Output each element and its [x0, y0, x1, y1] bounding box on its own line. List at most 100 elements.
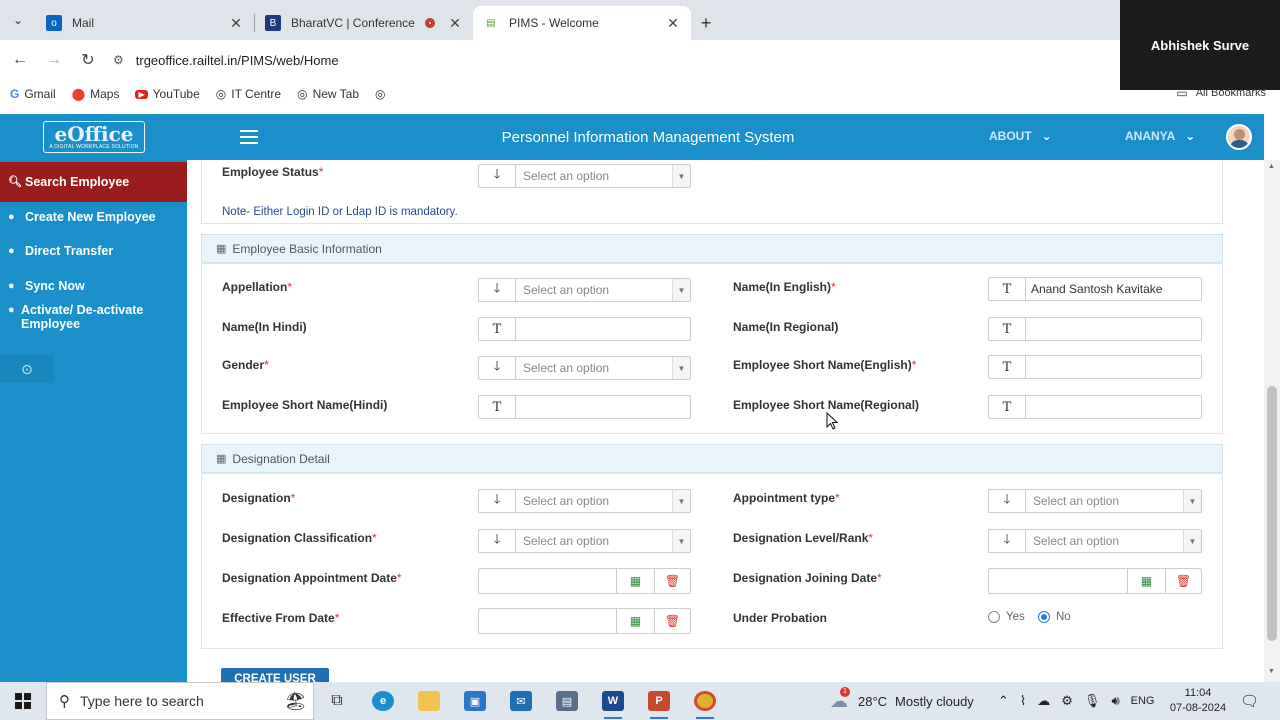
chrome-icon[interactable]	[682, 682, 728, 720]
name-english-field[interactable]: T Anand Santosh Kavitake	[988, 277, 1202, 301]
webex-icon[interactable]: W	[590, 682, 636, 720]
reload-icon[interactable]: ↻	[71, 50, 105, 70]
sidebar-item-search-employee[interactable]: 🔍︎ Search Employee	[0, 162, 187, 202]
designation-select[interactable]: 🡓 Select an option ▼	[478, 489, 691, 513]
tab-bharatvc[interactable]: B BharatVC | Conference ✕	[255, 6, 473, 40]
avatar[interactable]	[1226, 124, 1252, 150]
bookmark-it-centre[interactable]: ◎ IT Centre	[216, 87, 281, 101]
date-input[interactable]	[479, 569, 616, 593]
url-field[interactable]: ⚙ trgeoffice.railtel.in/PIMS/web/Home	[113, 53, 339, 68]
mail-icon[interactable]: ✉	[498, 682, 544, 720]
site-info-icon[interactable]: ⚙	[113, 53, 124, 67]
radio-no[interactable]	[1038, 611, 1050, 623]
chevron-down-icon: ▼	[672, 165, 690, 187]
short-name-hindi-field[interactable]: T	[478, 395, 691, 419]
radio-label: No	[1056, 611, 1071, 623]
logo-tagline: A DIGITAL WORKPLACE SOLUTION	[49, 144, 139, 150]
back-icon[interactable]: ←	[3, 51, 37, 69]
close-icon[interactable]: ✕	[228, 15, 244, 32]
probation-yes-option[interactable]: Yes	[988, 611, 1025, 623]
store-icon[interactable]: ▣	[452, 682, 498, 720]
close-icon[interactable]: ✕	[665, 15, 681, 32]
eoffice-logo[interactable]: eOffice A DIGITAL WORKPLACE SOLUTION	[0, 114, 188, 160]
sidebar-item-direct-transfer[interactable]: ● Direct Transfer	[0, 244, 187, 259]
user-icon: ●	[8, 304, 15, 316]
sidebar-item-activate-deactivate[interactable]: ● Activate/ De-activate Employee	[0, 303, 160, 331]
section-title: Employee Basic Information	[232, 241, 382, 256]
calendar-icon[interactable]: ▦	[1127, 569, 1165, 593]
arrow-down-icon: 🡓	[989, 490, 1026, 512]
language-indicator[interactable]: ENG	[1131, 695, 1155, 707]
appellation-select[interactable]: 🡓 Select an option ▼	[478, 278, 691, 302]
name-regional-field[interactable]: T	[988, 317, 1202, 341]
bookmark-label: Maps	[90, 87, 120, 101]
name-english-label: Name(In English)*	[733, 280, 836, 294]
forward-icon[interactable]: →	[37, 51, 71, 69]
calendar-icon[interactable]: ▦	[616, 609, 654, 633]
cloud-sync-icon[interactable]: ☁	[1037, 693, 1050, 709]
gender-select[interactable]: 🡓 Select an option ▼	[478, 356, 691, 380]
network-app-icon[interactable]: ▤	[544, 682, 590, 720]
new-tab-button[interactable]: +	[691, 6, 721, 40]
notification-icon[interactable]: 🗨︎	[1240, 692, 1259, 710]
date-input[interactable]	[989, 569, 1127, 593]
windows-start-icon[interactable]	[0, 682, 46, 720]
sidebar-collapse-icon[interactable]: ⊙	[0, 355, 54, 383]
scroll-up-icon[interactable]: ▲	[1268, 163, 1275, 170]
user-menu[interactable]: ANANYA ⌄	[1125, 129, 1195, 143]
bookmark-extra[interactable]: ◎	[375, 87, 390, 101]
network-icon[interactable]: ⌇	[1020, 693, 1026, 709]
short-name-regional-field[interactable]: T	[988, 395, 1202, 419]
scroll-down-icon[interactable]: ▼	[1268, 668, 1275, 675]
calendar-icon[interactable]: ▦	[616, 569, 654, 593]
appointment-type-select[interactable]: 🡓 Select an option ▼	[988, 489, 1202, 513]
search-placeholder: Type here to search	[80, 693, 204, 709]
microphone-icon[interactable]: 🎙︎	[1084, 693, 1101, 709]
search-icon: ⚲	[59, 693, 70, 710]
designation-level-label: Designation Level/Rank*	[733, 531, 874, 545]
chevron-down-icon: ▼	[672, 279, 690, 301]
bookmark-youtube[interactable]: ▶ YouTube	[135, 87, 200, 101]
tab-pims[interactable]: ▤ PIMS - Welcome ✕	[473, 6, 691, 40]
designation-level-select[interactable]: 🡓 Select an option ▼	[988, 529, 1202, 553]
volume-icon[interactable]: 🔊︎	[1111, 693, 1119, 709]
about-menu[interactable]: ABOUT ⌄	[989, 129, 1052, 143]
scroll-thumb[interactable]	[1267, 386, 1277, 641]
file-explorer-icon[interactable]	[406, 682, 452, 720]
radio-yes[interactable]	[988, 611, 1000, 623]
close-icon[interactable]: ✕	[447, 15, 463, 32]
employee-status-select[interactable]: 🡓 Select an option ▼	[478, 164, 691, 188]
clock[interactable]: 11:04 07-08-2024	[1168, 686, 1228, 716]
bookmark-new-tab[interactable]: ◎ New Tab	[297, 87, 359, 101]
bookmark-gmail[interactable]: G Gmail	[10, 87, 56, 101]
create-user-button[interactable]: CREATE USER	[221, 668, 329, 682]
select-value: Select an option	[523, 283, 610, 297]
trash-icon[interactable]: 🗑︎	[654, 569, 690, 593]
tab-search-dropdown[interactable]: ⌄	[0, 0, 36, 40]
short-name-hindi-label: Employee Short Name(Hindi)	[222, 398, 388, 412]
settings-icon[interactable]: ⚙	[1061, 693, 1073, 709]
sidebar-item-sync-now[interactable]: ● Sync Now	[0, 279, 187, 294]
chevron-up-icon[interactable]: ⌃	[998, 693, 1009, 709]
name-hindi-field[interactable]: T	[478, 317, 691, 341]
user-label: ANANYA	[1125, 129, 1176, 143]
trash-icon[interactable]: 🗑︎	[654, 609, 690, 633]
date-input[interactable]	[479, 609, 616, 633]
powerpoint-icon[interactable]: P	[636, 682, 682, 720]
short-name-english-field[interactable]: T	[988, 355, 1202, 379]
probation-no-option[interactable]: No	[1038, 611, 1071, 623]
taskbar-search[interactable]: ⚲ Type here to search 🏖	[46, 682, 314, 720]
hamburger-menu-icon[interactable]	[240, 130, 258, 144]
tab-mail[interactable]: o Mail ✕	[36, 6, 254, 40]
page-scrollbar[interactable]: ▲ ▼	[1264, 160, 1280, 682]
task-view-icon[interactable]: ⧉	[314, 682, 360, 720]
text-icon: T	[479, 396, 516, 418]
weather-widget[interactable]: ☁ 1 28°C Mostly cloudy	[830, 682, 974, 720]
edge-icon[interactable]: e	[360, 682, 406, 720]
trash-icon[interactable]: 🗑︎	[1165, 569, 1201, 593]
bookmark-maps[interactable]: ⬤ Maps	[72, 87, 120, 101]
weather-temp: 28°C	[858, 693, 888, 709]
sidebar-item-create-employee[interactable]: ● Create New Employee	[0, 210, 187, 225]
about-label: ABOUT	[989, 129, 1032, 143]
designation-classification-select[interactable]: 🡓 Select an option ▼	[478, 529, 691, 553]
